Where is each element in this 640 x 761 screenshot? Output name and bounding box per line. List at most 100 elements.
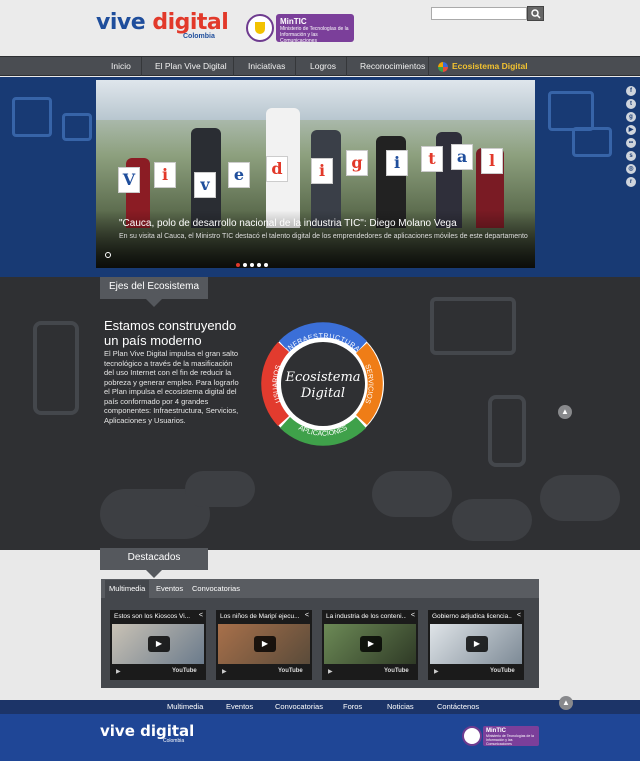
footer-link-convocatorias[interactable]: Convocatorias [275,702,323,711]
slide-title[interactable]: "Cauca, polo de desarrollo nacional de l… [119,218,457,229]
ecosystem-tab: Ejes del Ecosistema [100,277,208,307]
play-icon[interactable]: ▶ [360,636,382,652]
share-icon[interactable]: < [305,612,309,619]
youtube-logo[interactable]: YouTube [384,668,409,674]
search-icon [531,9,541,19]
slide-description: En su visita al Cauca, el Ministro TIC d… [119,233,528,240]
play-icon[interactable]: ▶ [466,636,488,652]
search-input[interactable] [431,7,527,20]
twitter-icon[interactable]: t [626,99,636,109]
google-plus-icon[interactable]: g [626,112,636,122]
footer-link-multimedia[interactable]: Multimedia [167,702,203,711]
slide-dot[interactable] [250,263,254,267]
play-icon[interactable]: ▶ [254,636,276,652]
slide-photo-sky [96,80,535,120]
cloud-icon [452,499,532,541]
video-card[interactable]: La industria de los conteni... < ▶ ▶ YouT… [322,610,418,680]
play-icon[interactable]: ▶ [148,636,170,652]
video-card[interactable]: Gobierno adjudica licencia... < ▶ ▶ YouTu… [428,610,524,680]
video-controls: ▶ YouTube [112,666,204,678]
video-title[interactable]: Gobierno adjudica licencia... [432,613,512,620]
video-controls: ▶ YouTube [324,666,416,678]
play-small-icon[interactable]: ▶ [116,668,121,675]
ecosystem-heading: Estamos construyendo un país moderno [104,318,237,348]
slideshare-icon[interactable]: s [626,151,636,161]
nav-divider [295,57,296,76]
letter-card: i [386,150,408,176]
tab-eventos[interactable]: Eventos [156,584,183,593]
youtube-logo[interactable]: YouTube [490,668,515,674]
hero-slider[interactable]: V i v e d i g i t a l "Cauca, polo de de… [96,80,535,268]
nav-logros[interactable]: Logros [310,61,336,71]
play-small-icon[interactable]: ▶ [222,668,227,675]
nav-divider [233,57,234,76]
play-small-icon[interactable]: ▶ [434,668,439,675]
scroll-up-icon[interactable]: ▲ [558,405,572,419]
nav-divider [141,57,142,76]
video-title[interactable]: La industria de los conteni... [326,613,406,620]
rss-icon[interactable]: r [626,177,636,187]
mobile-shield-icon [33,321,79,415]
youtube-logo[interactable]: YouTube [172,668,197,674]
letter-card: a [451,144,473,170]
nav-divider [428,57,429,76]
ecosystem-ring-diagram[interactable]: INFRAESTRUCTURA SERVICIOS APLICACIONES U… [254,315,392,453]
footer-link-foros[interactable]: Foros [343,702,362,711]
letter-card: t [421,146,443,172]
instagram-icon[interactable]: ◎ [626,164,636,174]
destacados-tab: Destacados [100,548,208,578]
video-card[interactable]: Los niños de Maripí ejecu... < ▶ ▶ YouTub… [216,610,312,680]
person-chat-icon [548,91,594,131]
video-title[interactable]: Los niños de Maripí ejecu... [220,613,300,620]
mobile-shield-icon [488,395,526,467]
mintic-logo[interactable]: MinTIC Ministerio de Tecnologías de la I… [276,14,354,44]
slide-dot[interactable] [236,263,240,267]
chat-bubble-icon [572,127,612,157]
nav-plan-vive-digital[interactable]: El Plan Vive Digital [155,61,227,71]
letter-card: d [266,156,288,182]
video-card[interactable]: Estos son los Kioscos Vi... < ▶ ▶ YouTube [110,610,206,680]
nav-inicio[interactable]: Inicio [111,61,131,71]
play-small-icon[interactable]: ▶ [328,668,333,675]
slide-indicators [236,258,271,268]
slide-dot[interactable] [257,263,261,267]
nav-ecosistema-digital[interactable]: Ecosistema Digital [452,61,528,71]
letter-card: v [194,172,216,198]
colombia-shield-icon [246,14,274,42]
slide-dot[interactable] [243,263,247,267]
cloud-icon [540,475,620,521]
ecosistema-icon [438,62,448,72]
footer-logo-country: Colombia [163,738,185,744]
cloud-icon [185,471,255,507]
slide-dot[interactable] [264,263,268,267]
tab-multimedia[interactable]: Multimedia [105,580,150,598]
youtube-logo[interactable]: YouTube [278,668,303,674]
social-bar: f t g ▶ •• s ◎ r [626,86,636,190]
nav-iniciativas[interactable]: Iniciativas [248,61,285,71]
nav-divider [346,57,347,76]
letter-card: i [311,158,333,184]
footer-link-contactenos[interactable]: Contáctenos [437,702,479,711]
vive-digital-logo[interactable]: vive digital [96,12,229,34]
scroll-up-icon[interactable]: ▲ [559,696,573,710]
letter-card: e [228,162,250,188]
letter-card: l [481,148,503,174]
facebook-icon[interactable]: f [626,86,636,96]
video-title[interactable]: Estos son los Kioscos Vi... [114,613,194,620]
flickr-icon[interactable]: •• [626,138,636,148]
footer-link-eventos[interactable]: Eventos [226,702,253,711]
video-controls: ▶ YouTube [430,666,522,678]
footer-link-noticias[interactable]: Noticias [387,702,414,711]
person-chat-icon [12,97,52,137]
footer-mintic-logo[interactable]: MinTIC Ministerio de Tecnologías de la I… [483,726,539,746]
share-icon[interactable]: < [517,612,521,619]
share-icon[interactable]: < [411,612,415,619]
share-icon[interactable]: < [199,612,203,619]
ring-center-subtitle: Digital [300,386,345,401]
youtube-icon[interactable]: ▶ [626,125,636,135]
chat-bubble-icon [62,113,92,141]
search-button[interactable] [527,6,544,21]
nav-reconocimientos[interactable]: Reconocimientos [360,61,425,71]
tab-convocatorias[interactable]: Convocatorias [192,584,240,593]
pause-icon[interactable] [105,252,111,258]
